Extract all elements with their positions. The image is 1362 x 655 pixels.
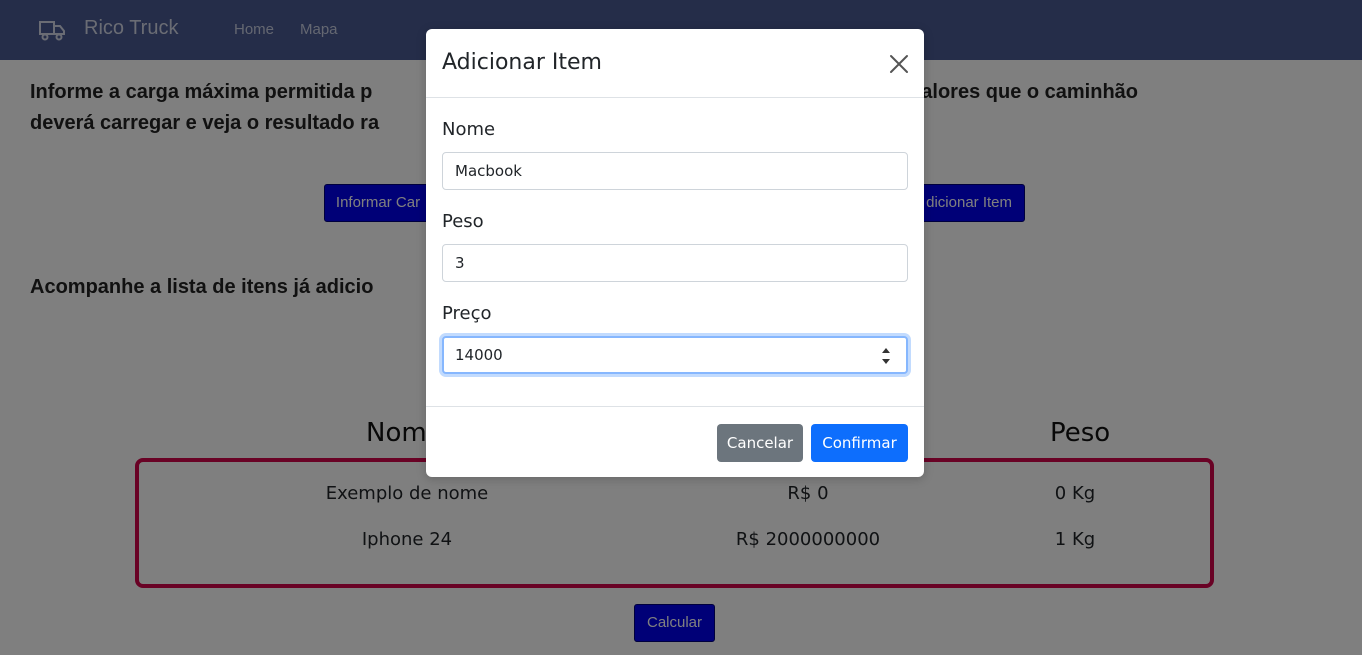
modal-title: Adicionar Item (442, 50, 602, 75)
close-icon[interactable] (888, 53, 910, 75)
nome-label: Nome (442, 119, 496, 140)
modal-footer: Cancelar Confirmar (426, 406, 924, 477)
peso-label: Peso (442, 211, 484, 232)
modal-header: Adicionar Item (426, 29, 924, 98)
preco-input[interactable] (442, 336, 908, 374)
number-spinner-icon[interactable] (879, 345, 893, 367)
cancel-button[interactable]: Cancelar (717, 424, 803, 462)
confirm-button[interactable]: Confirmar (811, 424, 908, 462)
peso-input[interactable] (442, 244, 908, 282)
add-item-modal: Adicionar Item Nome Peso Preço Cancelar … (426, 29, 924, 477)
preco-label: Preço (442, 303, 492, 324)
nome-input[interactable] (442, 152, 908, 190)
